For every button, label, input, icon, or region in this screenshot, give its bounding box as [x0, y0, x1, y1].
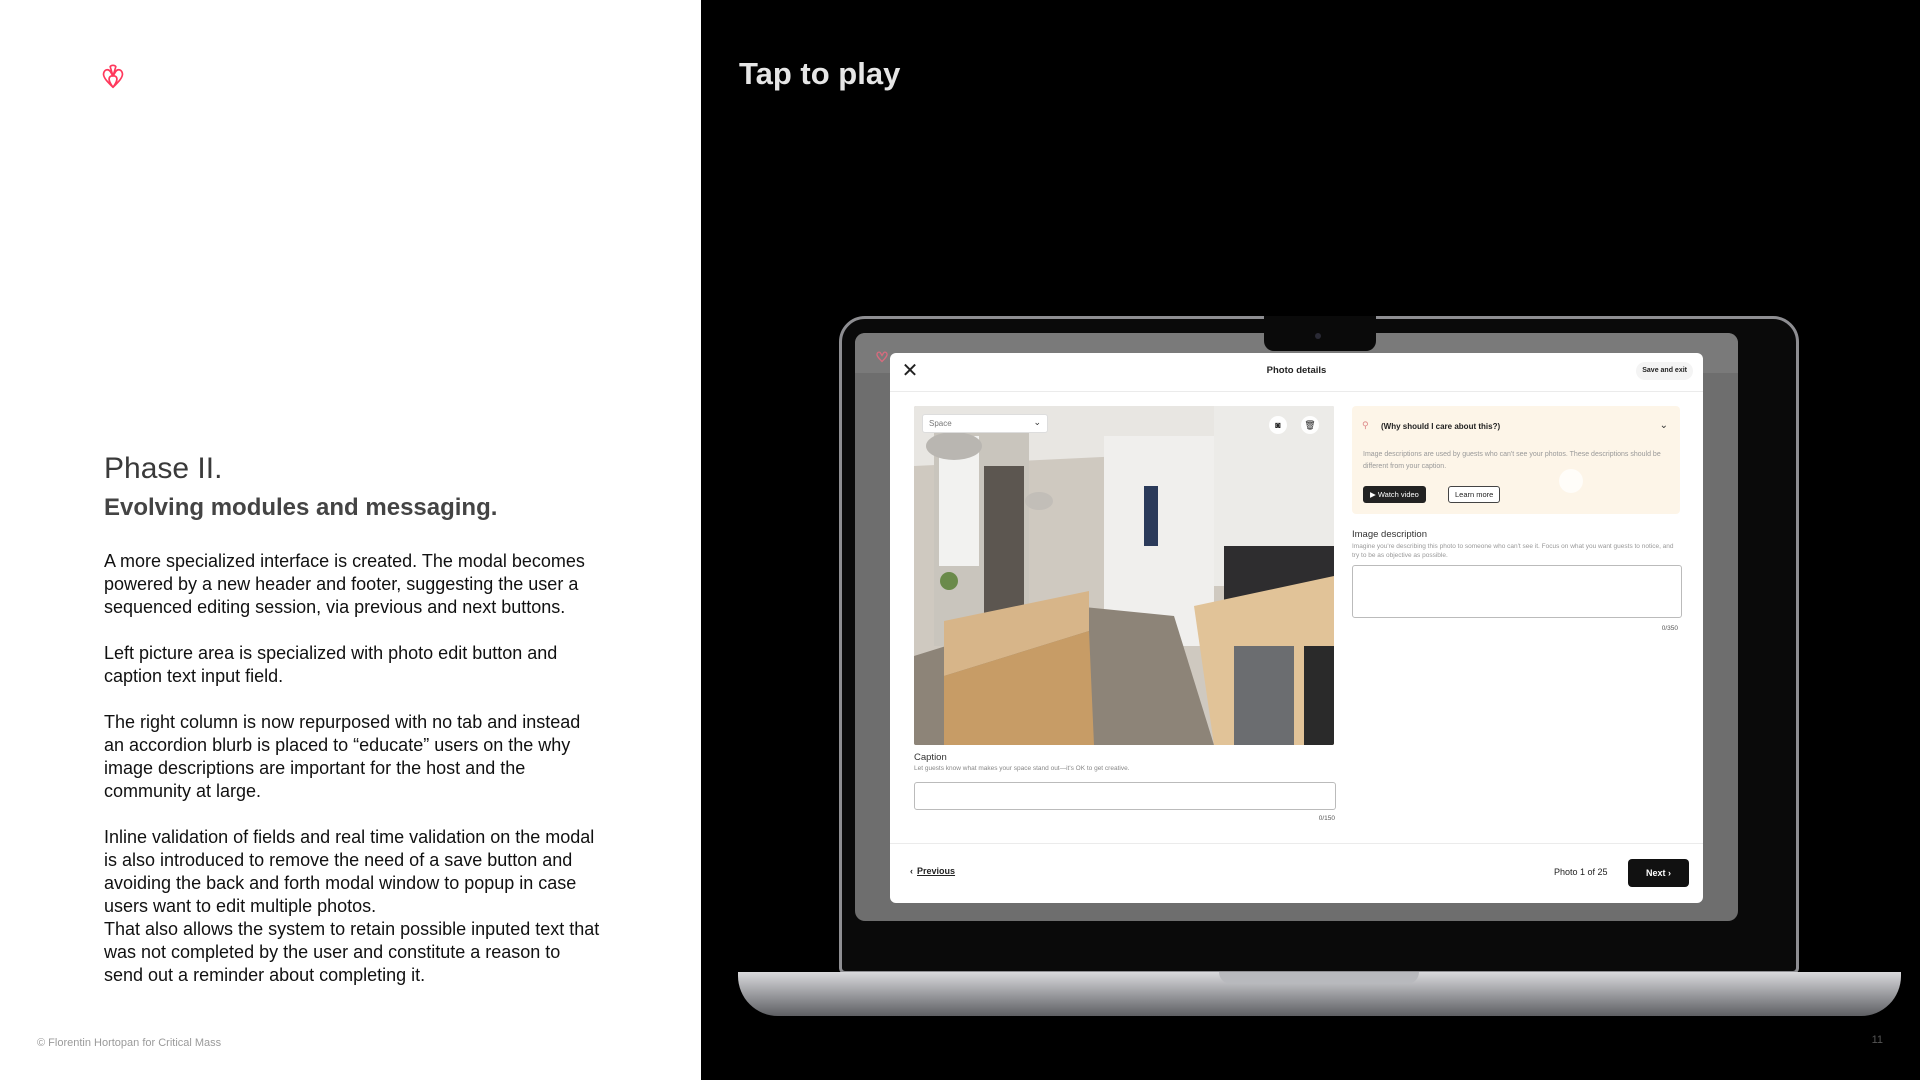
chevron-down-icon[interactable]: ⌄: [1660, 420, 1668, 431]
learn-more-button[interactable]: Learn more: [1448, 486, 1501, 503]
phase-subtitle: Evolving modules and messaging.: [104, 494, 498, 521]
next-button[interactable]: Next ›: [1628, 859, 1689, 887]
space-select[interactable]: Space ⌄: [922, 414, 1048, 433]
previous-button[interactable]: ‹ Previous: [910, 866, 955, 876]
paragraph: A more specialized interface is created.…: [104, 551, 585, 617]
caption-input[interactable]: [914, 782, 1336, 810]
watch-video-button[interactable]: ▶ Watch video: [1363, 486, 1426, 503]
description-char-count: 0/350: [1661, 625, 1678, 632]
image-description-input[interactable]: [1352, 565, 1682, 618]
photo-details-modal: ✕ Photo details Save and exit Space ⌄ ◙ …: [890, 353, 1703, 903]
chevron-down-icon: ⌄: [1033, 417, 1041, 427]
image-description-hint: Imagine you're describing this photo to …: [1352, 543, 1674, 559]
tap-to-play-label[interactable]: Tap to play: [739, 56, 900, 92]
paragraph: The right column is now repurposed with …: [104, 712, 581, 801]
page-number: 11: [1871, 1034, 1883, 1046]
next-label: Next: [1645, 868, 1666, 878]
phase-title: Phase II.: [104, 452, 223, 485]
listing-photo: Space ⌄ ◙ 🗑: [914, 406, 1334, 745]
copyright: © Florentin Hortopan for Critical Mass: [37, 1037, 222, 1049]
video-panel[interactable]: Tap to play ✕ Photo details Save and exi…: [701, 0, 1920, 1080]
caption-char-count: 0/150: [1318, 815, 1335, 822]
caption-hint: Let guests know what makes your space st…: [914, 765, 1130, 772]
why-care-accordion[interactable]: ⚲ (Why should I care about this?) ⌄ Imag…: [1352, 406, 1680, 514]
space-select-value: Space: [929, 419, 952, 428]
accordion-body: Image descriptions are used by guests wh…: [1363, 451, 1661, 470]
save-and-exit-button[interactable]: Save and exit: [1636, 362, 1693, 380]
slide-text-panel: Phase II. Evolving modules and messaging…: [0, 0, 701, 1080]
modal-title: Photo details: [1266, 365, 1327, 376]
photo-counter: Photo 1 of 25: [1554, 867, 1608, 877]
paragraph: Inline validation of fields and real tim…: [104, 827, 600, 985]
caption-label: Caption: [914, 752, 947, 763]
location-pin-icon: ⚲: [1362, 420, 1369, 430]
kitchen-photo: [914, 406, 1334, 745]
chevron-right-icon: ›: [1668, 868, 1672, 878]
camera-icon[interactable]: ◙: [1269, 416, 1287, 434]
accordion-title[interactable]: (Why should I care about this?): [1381, 422, 1500, 431]
previous-label: Previous: [917, 866, 956, 876]
modal-footer: ‹ Previous Photo 1 of 25 Next ›: [890, 843, 1703, 903]
airbnb-logo-icon: [876, 351, 888, 363]
chevron-left-icon: ‹: [910, 866, 913, 876]
airbnb-logo-icon: [102, 64, 124, 89]
laptop-screen: ✕ Photo details Save and exit Space ⌄ ◙ …: [855, 333, 1738, 921]
touch-indicator: [1559, 469, 1583, 493]
laptop-camera: [1315, 333, 1321, 339]
image-description-label: Image description: [1352, 529, 1427, 540]
laptop-opening-lip: [1219, 972, 1419, 984]
modal-header: ✕ Photo details Save and exit: [890, 353, 1703, 392]
trash-icon[interactable]: 🗑: [1301, 416, 1319, 434]
description-paragraphs: A more specialized interface is created.…: [104, 550, 604, 1010]
paragraph: Left picture area is specialized with ph…: [104, 643, 558, 686]
